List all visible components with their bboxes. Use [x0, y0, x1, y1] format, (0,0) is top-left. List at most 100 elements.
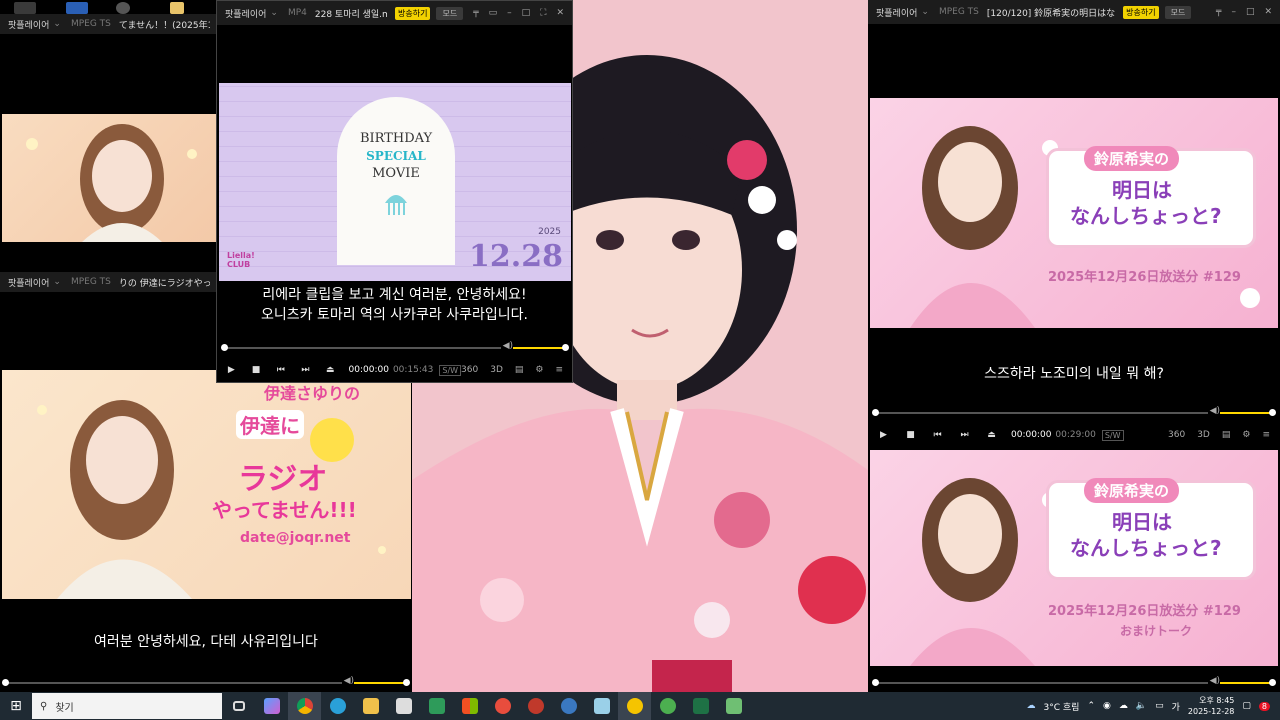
- player-titlebar[interactable]: 팟플레이어 ⌄ MPEG TS りの 伊達にラジオやって: [0, 272, 218, 292]
- dropdown-icon[interactable]: ⌄: [921, 7, 929, 17]
- fullscreen-icon[interactable]: ⛶: [540, 8, 546, 18]
- seek-bar[interactable]: ◀): [870, 406, 1278, 418]
- volume-knob[interactable]: [1269, 409, 1276, 416]
- volume-knob[interactable]: [1269, 679, 1276, 686]
- seek-track[interactable]: [225, 347, 501, 349]
- edge-icon[interactable]: [321, 692, 354, 720]
- volume-slider[interactable]: [1220, 412, 1272, 414]
- app-torrent-icon[interactable]: [651, 692, 684, 720]
- app-globe-icon[interactable]: [552, 692, 585, 720]
- file-explorer-icon[interactable]: [354, 692, 387, 720]
- play-icon[interactable]: ▶: [870, 430, 897, 440]
- 3d-button[interactable]: 3D: [490, 365, 503, 375]
- battery-icon[interactable]: ▭: [1155, 701, 1164, 711]
- eject-icon[interactable]: ⏏: [318, 365, 343, 375]
- prev-icon[interactable]: ⏮: [924, 430, 951, 440]
- next-icon[interactable]: ⏭: [293, 365, 318, 375]
- volume-icon[interactable]: ◀): [1210, 676, 1220, 686]
- pin-icon[interactable]: ╤: [473, 8, 478, 18]
- cloud-icon[interactable]: ☁: [1119, 701, 1128, 711]
- app-note-icon[interactable]: [585, 692, 618, 720]
- app-recorder-icon[interactable]: [519, 692, 552, 720]
- seek-knob[interactable]: [872, 679, 879, 686]
- stop-icon[interactable]: ■: [244, 365, 269, 375]
- seek-track[interactable]: [6, 682, 342, 684]
- search-box[interactable]: ⚲ 찾기: [32, 693, 222, 719]
- prev-icon[interactable]: ⏮: [268, 365, 293, 375]
- volume-icon[interactable]: ◀): [503, 341, 513, 351]
- clock[interactable]: 오후 8:45 2025-12-28: [1188, 695, 1235, 717]
- eject-icon[interactable]: ⏏: [978, 430, 1005, 440]
- volume-icon[interactable]: 🔈: [1136, 701, 1147, 711]
- weather-text[interactable]: 3°C 흐림: [1044, 700, 1080, 713]
- broadcast-button[interactable]: 방송하기: [1123, 5, 1159, 19]
- minimize-icon[interactable]: –: [1231, 7, 1236, 17]
- mode-dropdown[interactable]: 모드: [1164, 5, 1192, 19]
- playlist-icon[interactable]: ▤: [1222, 430, 1231, 440]
- volume-icon[interactable]: ◀): [344, 676, 354, 686]
- sw-badge[interactable]: S/W: [1101, 429, 1124, 441]
- pin-icon[interactable]: ╤: [1216, 7, 1221, 17]
- volume-knob[interactable]: [403, 679, 410, 686]
- vr-360-button[interactable]: 360: [461, 365, 478, 375]
- seek-bar-second[interactable]: ◀): [870, 676, 1278, 688]
- store-icon[interactable]: [387, 692, 420, 720]
- player-titlebar[interactable]: 팟플레이어 ⌄ MPEG TS てません！！(2025年12...: [0, 14, 218, 34]
- seek-track[interactable]: [876, 682, 1208, 684]
- close-icon[interactable]: ✕: [556, 8, 564, 18]
- desktop-shortcut-icon[interactable]: [116, 2, 130, 14]
- video-frame[interactable]: [2, 114, 216, 242]
- seek-knob[interactable]: [221, 344, 228, 351]
- desktop-shortcut-icon[interactable]: [66, 2, 88, 14]
- app-media-icon[interactable]: [486, 692, 519, 720]
- video-frame-second[interactable]: 鈴原希実の 明日は なんしちょっと? 2025年12月26日放送分 #129 お…: [870, 450, 1278, 666]
- minimize-icon[interactable]: –: [507, 8, 512, 18]
- player-right[interactable]: 팟플레이어 ⌄ MPEG TS [120/120] 鈴原希実の明日はな 방송하기…: [868, 0, 1280, 692]
- seek-knob[interactable]: [2, 679, 9, 686]
- menu-icon[interactable]: ≡: [1262, 430, 1270, 440]
- app-arrow-icon[interactable]: [420, 692, 453, 720]
- player-titlebar[interactable]: 팟플레이어 ⌄ MP4 228 토마리 생일.mp4 방송하기 모드 ╤ ▭ –…: [217, 1, 572, 25]
- menu-icon[interactable]: ≡: [555, 365, 563, 375]
- volume-icon[interactable]: ◀): [1210, 406, 1220, 416]
- chrome-icon[interactable]: [288, 692, 321, 720]
- weather-icon[interactable]: ☁: [1027, 701, 1036, 711]
- ime-icon[interactable]: 가: [1172, 700, 1180, 713]
- task-view-icon[interactable]: [222, 692, 255, 720]
- seek-track[interactable]: [876, 412, 1208, 414]
- copilot-icon[interactable]: [255, 692, 288, 720]
- mode-dropdown[interactable]: 모드: [436, 6, 464, 20]
- settings-icon[interactable]: ⚙: [535, 365, 543, 375]
- potplayer-icon[interactable]: [618, 692, 651, 720]
- network-icon[interactable]: ◉: [1103, 701, 1111, 711]
- maximize-icon[interactable]: □: [522, 8, 531, 18]
- play-icon[interactable]: ▶: [219, 365, 244, 375]
- notification-icon[interactable]: ▢: [1242, 701, 1251, 711]
- dropdown-icon[interactable]: ⌄: [53, 19, 61, 29]
- volume-slider[interactable]: [1220, 682, 1272, 684]
- settings-icon[interactable]: ⚙: [1242, 430, 1250, 440]
- seek-bar[interactable]: ◀): [219, 341, 571, 353]
- desktop-folder-icon[interactable]: [170, 2, 184, 14]
- seek-bar[interactable]: ◀): [0, 676, 412, 688]
- maximize-icon[interactable]: □: [1246, 7, 1255, 17]
- volume-knob[interactable]: [562, 344, 569, 351]
- broadcast-button[interactable]: 방송하기: [395, 6, 431, 20]
- windows-start-icon[interactable]: ⊞: [0, 698, 32, 714]
- desktop-shortcut-icon[interactable]: [14, 2, 36, 14]
- stop-icon[interactable]: ■: [897, 430, 924, 440]
- sw-badge[interactable]: S/W: [439, 364, 462, 376]
- app-grid-icon[interactable]: [453, 692, 486, 720]
- player-titlebar[interactable]: 팟플레이어 ⌄ MPEG TS [120/120] 鈴原希実の明日はな 방송하기…: [868, 0, 1280, 24]
- video-frame[interactable]: BIRTHDAY SPECIAL MOVIE Liella! CLUB 2025…: [219, 83, 571, 281]
- volume-slider[interactable]: [354, 682, 406, 684]
- tray-chevron-icon[interactable]: ⌃: [1087, 701, 1095, 711]
- player-top-left[interactable]: 팟플레이어 ⌄ MPEG TS てません！！(2025年12...: [0, 14, 218, 269]
- seek-knob[interactable]: [872, 409, 879, 416]
- 3d-button[interactable]: 3D: [1197, 430, 1210, 440]
- menu-icon[interactable]: ▭: [489, 8, 498, 18]
- video-frame[interactable]: 鈴原希実の 明日は なんしちょっと? 2025年12月26日放送分 #129: [870, 98, 1278, 328]
- vr-360-button[interactable]: 360: [1168, 430, 1185, 440]
- next-icon[interactable]: ⏭: [951, 430, 978, 440]
- player-center[interactable]: 팟플레이어 ⌄ MP4 228 토마리 생일.mp4 방송하기 모드 ╤ ▭ –…: [216, 0, 573, 383]
